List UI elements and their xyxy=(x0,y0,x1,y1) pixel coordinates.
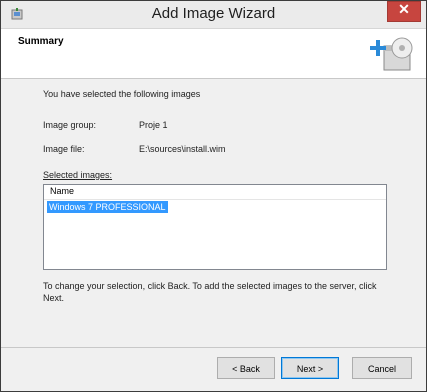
close-icon: ✕ xyxy=(398,1,410,17)
selected-images-list[interactable]: Name Windows 7 PROFESSIONAL xyxy=(43,184,387,270)
list-column-header[interactable]: Name xyxy=(44,185,386,200)
image-file-value: E:\sources\install.wim xyxy=(139,144,226,154)
window-title: Add Image Wizard xyxy=(151,5,276,22)
wizard-window: Add Image Wizard ✕ Summary You have sele… xyxy=(0,0,427,392)
cancel-button[interactable]: Cancel xyxy=(352,357,412,379)
image-group-label: Image group: xyxy=(43,120,97,130)
wizard-header: Summary xyxy=(1,29,426,79)
help-text-line-2: Next. xyxy=(43,293,65,303)
next-button[interactable]: Next > xyxy=(281,357,339,379)
back-button[interactable]: < Back xyxy=(217,357,275,379)
selected-images-label: Selected images: xyxy=(43,170,113,180)
column-name-label: Name xyxy=(50,186,75,196)
intro-text: You have selected the following images xyxy=(43,89,201,99)
help-text-line-1: To change your selection, click Back. To… xyxy=(43,281,377,291)
image-group-value: Proje 1 xyxy=(139,120,168,130)
list-item[interactable]: Windows 7 PROFESSIONAL xyxy=(47,201,168,213)
title-bar[interactable]: Add Image Wizard ✕ xyxy=(1,1,426,29)
wizard-content: You have selected the following images I… xyxy=(1,79,426,345)
close-button[interactable]: ✕ xyxy=(387,1,421,22)
footer-divider xyxy=(1,347,426,348)
add-image-icon xyxy=(370,37,413,71)
page-title: Summary xyxy=(18,36,64,47)
image-file-label: Image file: xyxy=(43,144,85,154)
